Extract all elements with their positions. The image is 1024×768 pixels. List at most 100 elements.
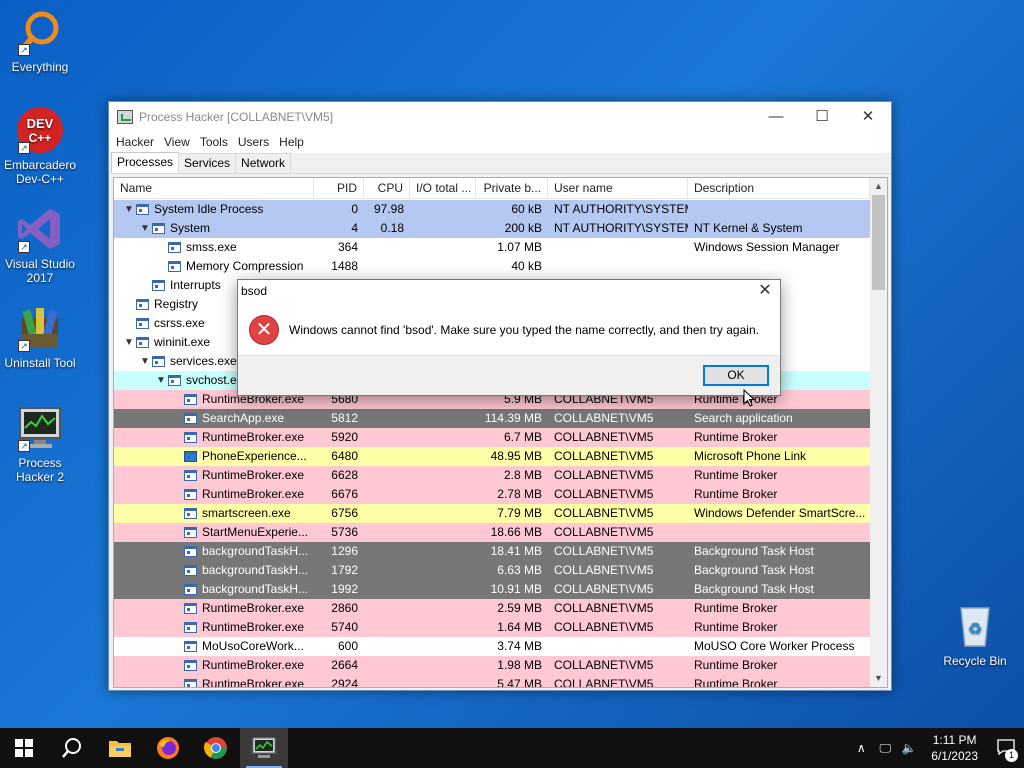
process-row[interactable]: PhoneExperience... 6480 48.95 MB COLLABNET\… (114, 447, 871, 466)
process-user-name: COLLABNET\VM5 (554, 563, 654, 577)
process-name: RuntimeBroker.exe (202, 601, 305, 615)
menu-users[interactable]: Users (233, 135, 274, 149)
process-description: MoUSO Core Worker Process (694, 639, 855, 653)
process-cpu (364, 238, 410, 257)
dialog-titlebar[interactable]: bsod ✕ (238, 280, 780, 302)
process-icon (184, 470, 197, 481)
maximize-button[interactable]: ☐ (799, 102, 845, 131)
file-explorer-icon (109, 741, 131, 757)
process-name: services.exe (170, 354, 237, 368)
process-pid: 1792 (331, 563, 358, 577)
process-row[interactable]: smartscreen.exe 6756 7.79 MB COLLABNET\VM5 W… (114, 504, 871, 523)
process-cpu (364, 257, 410, 276)
process-row[interactable]: SearchApp.exe 5812 114.39 MB COLLABNET\VM5 S… (114, 409, 871, 428)
process-icon (183, 565, 197, 576)
desktop-icon-process-hacker[interactable]: ↗ Process Hacker 2 (0, 404, 80, 484)
tree-expand-icon[interactable]: ▼ (138, 352, 152, 371)
tree-expand-icon[interactable]: ▼ (138, 219, 152, 238)
column-header-cpu[interactable]: CPU (364, 178, 410, 198)
process-name-cell: RuntimeBroker.exe (114, 675, 314, 687)
process-list[interactable]: Name PID CPU I/O total ... Private b... … (113, 177, 888, 688)
column-header-description[interactable]: Description (688, 178, 870, 198)
column-header-private-bytes[interactable]: Private b... (476, 178, 548, 198)
column-header-name[interactable]: Name (114, 178, 314, 198)
notification-icon[interactable]: 1 (988, 738, 1024, 762)
process-row[interactable]: RuntimeBroker.exe 2860 2.59 MB COLLABNET\VM… (114, 599, 871, 618)
process-cpu: 97.98 (373, 202, 404, 216)
firefox-button[interactable] (144, 728, 192, 768)
dialog-close-button[interactable]: ✕ (750, 280, 780, 302)
process-private-bytes: 2.59 MB (497, 601, 542, 615)
process-io-total (410, 599, 476, 618)
process-hacker-taskbar-button[interactable] (240, 728, 288, 768)
process-user-name (548, 257, 688, 276)
chevron-up-icon[interactable]: ∧ (849, 741, 873, 755)
start-button[interactable] (0, 728, 48, 768)
process-row[interactable]: RuntimeBroker.exe 6628 2.8 MB COLLABNET\VM5… (114, 466, 871, 485)
process-name-cell: RuntimeBroker.exe (114, 599, 314, 618)
process-row[interactable]: backgroundTaskH... 1296 18.41 MB COLLABNET\… (114, 542, 871, 561)
desktop-icon-visual-studio[interactable]: ↗ Visual Studio 2017 (0, 205, 80, 285)
minimize-button[interactable]: — (753, 102, 799, 131)
tab-network[interactable]: Network (235, 153, 292, 173)
process-row[interactable]: ▼ System Idle Process 0 97.98 60 kB NT AUTHOR… (114, 200, 871, 219)
chrome-button[interactable] (192, 728, 240, 768)
column-header-io-total[interactable]: I/O total ... (410, 178, 476, 198)
process-row[interactable]: smss.exe 364 1.07 MB Windows Session Manage… (114, 238, 871, 257)
desktop-icon-devcpp[interactable]: DEV C++ ↗ Embarcadero Dev-C++ (0, 106, 80, 186)
process-row[interactable]: backgroundTaskH... 1792 6.63 MB COLLABNET\V… (114, 561, 871, 580)
process-name: Registry (154, 297, 199, 311)
process-name: RuntimeBroker.exe (202, 430, 305, 444)
scroll-down-icon[interactable]: ▼ (870, 670, 887, 687)
column-header-user-name[interactable]: User name (548, 178, 688, 198)
scroll-up-icon[interactable]: ▲ (870, 178, 887, 195)
process-row[interactable]: RuntimeBroker.exe 5920 6.7 MB COLLABNET\VM5… (114, 428, 871, 447)
vertical-scrollbar[interactable]: ▲ ▼ (870, 178, 887, 687)
process-row[interactable]: StartMenuExperie... 5736 18.66 MB COLLABNET… (114, 523, 871, 542)
tab-processes[interactable]: Processes (111, 152, 180, 173)
process-rows: ▼ System Idle Process 0 97.98 60 kB NT AUTHOR… (114, 200, 871, 687)
process-row[interactable]: RuntimeBroker.exe 2924 5.47 MB COLLABNET\VM… (114, 675, 871, 687)
menu-tools[interactable]: Tools (195, 135, 233, 149)
process-row[interactable]: ▼ System 4 0.18 200 kB NT AUTHORITY\SYSTEM NT … (114, 219, 871, 238)
tab-services[interactable]: Services (178, 153, 237, 173)
desktop-icon-recycle-bin[interactable]: ♻ Recycle Bin (935, 602, 1015, 668)
process-icon (152, 223, 165, 234)
close-button[interactable]: ✕ (845, 102, 891, 131)
process-user-name: COLLABNET\VM5 (554, 525, 654, 539)
process-row[interactable]: RuntimeBroker.exe 6676 2.78 MB COLLABNET\VM… (114, 485, 871, 504)
process-user-name: COLLABNET\VM5 (554, 487, 654, 501)
process-row[interactable]: Memory Compression 1488 40 kB (114, 257, 871, 276)
tree-expand-icon[interactable]: ▼ (122, 333, 136, 352)
process-row[interactable]: RuntimeBroker.exe 5740 1.64 MB COLLABNET\VM… (114, 618, 871, 637)
search-button[interactable] (48, 728, 96, 768)
volume-muted-icon[interactable]: 🔈 (897, 741, 921, 755)
tree-expand-icon[interactable]: ▼ (122, 200, 136, 219)
process-name-cell: SearchApp.exe (114, 409, 314, 428)
menu-hacker[interactable]: Hacker (111, 135, 159, 149)
scroll-thumb[interactable] (872, 195, 885, 290)
process-private-bytes: 48.95 MB (490, 449, 542, 463)
desktop-icon-uninstall-tool[interactable]: ↗ Uninstall Tool (0, 304, 80, 370)
process-pid: 5812 (331, 411, 358, 425)
visual-studio-icon: ↗ (16, 205, 64, 253)
process-description: Runtime Broker (694, 658, 778, 672)
process-user-name: NT AUTHORITY\SYSTEM (554, 221, 688, 235)
file-explorer-button[interactable] (96, 728, 144, 768)
process-private-bytes: 18.41 MB (490, 544, 542, 558)
process-cpu (364, 485, 410, 504)
process-description: Search application (694, 411, 793, 425)
process-row[interactable]: RuntimeBroker.exe 2664 1.98 MB COLLABNET\VM… (114, 656, 871, 675)
process-name: RuntimeBroker.exe (202, 620, 305, 634)
desktop-icon-everything[interactable]: ↗ Everything (0, 8, 80, 74)
window-titlebar[interactable]: Process Hacker [COLLABNET\VM5] — ☐ ✕ (109, 102, 891, 131)
menu-help[interactable]: Help (274, 135, 309, 149)
column-header-pid[interactable]: PID (314, 178, 364, 198)
tree-expand-icon[interactable]: ▼ (154, 371, 168, 390)
ok-button[interactable]: OK (703, 365, 769, 386)
clock[interactable]: 1:11 PM 6/1/2023 (921, 732, 988, 764)
process-row[interactable]: MoUsoCoreWork... 600 3.74 MB MoUSO Core Wor… (114, 637, 871, 656)
network-icon[interactable]: 🖵 (873, 741, 897, 756)
menu-view[interactable]: View (159, 135, 195, 149)
process-row[interactable]: backgroundTaskH... 1992 10.91 MB COLLABNET\… (114, 580, 871, 599)
